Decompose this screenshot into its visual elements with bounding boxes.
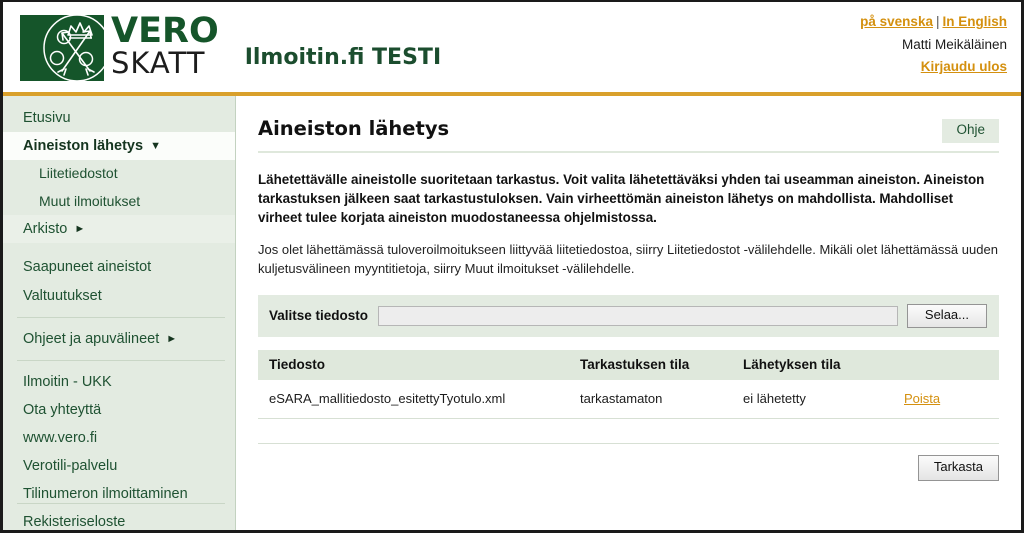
- sidebar-item-aineiston-lahetys[interactable]: Aineiston lähetys ▼: [3, 132, 235, 161]
- main-content: Aineiston lähetys Ohje Lähetettävälle ai…: [236, 96, 1021, 530]
- uploaded-files-table: Tiedosto Tarkastuksen tila Lähetyksen ti…: [258, 349, 999, 419]
- logout-link[interactable]: Kirjaudu ulos: [921, 59, 1007, 74]
- chevron-right-icon: ►: [74, 223, 86, 236]
- sidebar-item-label: Ilmoitin - UKK: [23, 373, 112, 390]
- sidebar-item-label: Saapuneet aineistot: [23, 259, 152, 276]
- cell-actions: Poista: [893, 379, 999, 419]
- sidebar-footer-divider: [17, 503, 225, 504]
- delete-file-link[interactable]: Poista: [904, 391, 940, 406]
- sidebar-item-label: Liitetiedostot: [39, 165, 118, 182]
- header-utility-area: på svenska | In English Matti Meikäläinen …: [860, 12, 1007, 78]
- validate-button[interactable]: Tarkasta: [917, 454, 999, 481]
- column-header-actions: [893, 349, 999, 380]
- sidebar-item-liitetiedostot[interactable]: Liitetiedostot: [3, 160, 235, 188]
- column-header-file: Tiedosto: [258, 349, 569, 380]
- sidebar-navigation: Etusivu Aineiston lähetys ▼ Liitetiedosto…: [3, 96, 236, 530]
- logout-row: Kirjaudu ulos: [860, 57, 1007, 78]
- sidebar-item-www-vero-fi[interactable]: www.vero.fi: [3, 424, 235, 452]
- sidebar-item-label: Rekisteriseloste: [23, 514, 126, 531]
- sidebar-item-ota-yhteytta[interactable]: Ota yhteyttä: [3, 396, 235, 424]
- sidebar-item-label: Muut ilmoitukset: [39, 192, 141, 209]
- chevron-right-icon: ►: [166, 332, 178, 345]
- sidebar-item-ohjeet-ja-apuvalineet[interactable]: Ohjeet ja apuvälineet ►: [3, 325, 235, 353]
- table-body: eSARA_mallitiedosto_esitettyTyotulo.xml …: [258, 379, 999, 419]
- chevron-down-icon: ▼: [150, 140, 161, 153]
- table-row: eSARA_mallitiedosto_esitettyTyotulo.xml …: [258, 379, 999, 419]
- sidebar-item-muut-ilmoitukset[interactable]: Muut ilmoitukset: [3, 188, 235, 216]
- brand-logo[interactable]: VERO SKATT: [3, 2, 219, 81]
- app-title: Ilmoitin.fi TESTI: [244, 45, 442, 70]
- file-picker-row: Valitse tiedosto Selaa...: [258, 294, 999, 337]
- language-switcher: på svenska | In English: [860, 12, 1007, 33]
- logo-wordmark: VERO SKATT: [111, 11, 219, 80]
- sidebar-item-ilmoitin-ukk[interactable]: Ilmoitin - UKK: [3, 368, 235, 396]
- logo-word-vero: VERO: [111, 11, 219, 52]
- sidebar-item-valtuutukset[interactable]: Valtuutukset: [3, 282, 235, 310]
- sidebar-item-arkisto[interactable]: Arkisto ►: [3, 215, 235, 244]
- sidebar-item-saapuneet-aineistot[interactable]: Saapuneet aineistot: [3, 253, 235, 281]
- sidebar-item-rekisteriseloste[interactable]: Rekisteriseloste: [3, 508, 235, 531]
- sidebar-divider: [17, 316, 225, 318]
- file-path-input[interactable]: [378, 305, 898, 326]
- logo-word-skatt: SKATT: [111, 46, 206, 80]
- page-body: Etusivu Aineiston lähetys ▼ Liitetiedosto…: [3, 96, 1021, 530]
- user-name-label: Matti Meikäläinen: [901, 36, 1007, 52]
- sidebar-item-tilinumeron-ilmoittaminen[interactable]: Tilinumeron ilmoittaminen: [3, 480, 235, 508]
- sidebar-item-label: Verotili-palvelu: [23, 458, 118, 475]
- sidebar-item-etusivu[interactable]: Etusivu: [3, 104, 235, 132]
- form-actions-row: Tarkasta: [258, 442, 999, 481]
- sidebar-item-label: Tilinumeron ilmoittaminen: [23, 486, 188, 503]
- browse-button[interactable]: Selaa...: [906, 303, 987, 328]
- sidebar-item-label: Valtuutukset: [23, 287, 102, 304]
- language-separator: |: [935, 14, 940, 29]
- page-header: VERO SKATT Ilmoitin.fi TESTI på svenska |…: [3, 2, 1021, 92]
- page-header-row: Aineiston lähetys Ohje: [258, 118, 999, 153]
- intro-paragraph-secondary: Jos olet lähettämässä tuloveroilmoitukse…: [258, 241, 998, 276]
- sidebar-item-label: Arkisto: [23, 221, 68, 238]
- language-link-swedish[interactable]: på svenska: [860, 14, 933, 29]
- cell-send-status: ei lähetetty: [732, 379, 893, 419]
- sidebar-item-label: Ota yhteyttä: [23, 401, 102, 418]
- sidebar-item-label: Etusivu: [23, 110, 71, 126]
- language-link-english[interactable]: In English: [942, 14, 1007, 29]
- table-header-row: Tiedosto Tarkastuksen tila Lähetyksen ti…: [258, 349, 999, 380]
- intro-paragraph-primary: Lähetettävälle aineistolle suoritetaan t…: [258, 171, 985, 225]
- cell-file-name: eSARA_mallitiedosto_esitettyTyotulo.xml: [258, 379, 569, 419]
- page-title: Aineiston lähetys: [258, 117, 450, 140]
- vero-coat-of-arms-icon: [20, 15, 104, 81]
- cell-check-status: tarkastamaton: [569, 379, 732, 419]
- sidebar-item-label: Ohjeet ja apuvälineet: [23, 330, 160, 347]
- application-window: VERO SKATT Ilmoitin.fi TESTI på svenska |…: [0, 0, 1024, 533]
- column-header-check-status: Tarkastuksen tila: [569, 349, 732, 380]
- column-header-send-status: Lähetyksen tila: [732, 349, 893, 380]
- sidebar-item-verotili-palvelu[interactable]: Verotili-palvelu: [3, 452, 235, 480]
- file-picker-label: Valitse tiedosto: [269, 308, 369, 324]
- sidebar-item-label: Aineiston lähetys: [23, 138, 144, 155]
- sidebar-divider: [17, 359, 225, 361]
- sidebar-item-label: www.vero.fi: [23, 430, 98, 446]
- table-header: Tiedosto Tarkastuksen tila Lähetyksen ti…: [258, 349, 999, 380]
- help-button[interactable]: Ohje: [942, 119, 999, 143]
